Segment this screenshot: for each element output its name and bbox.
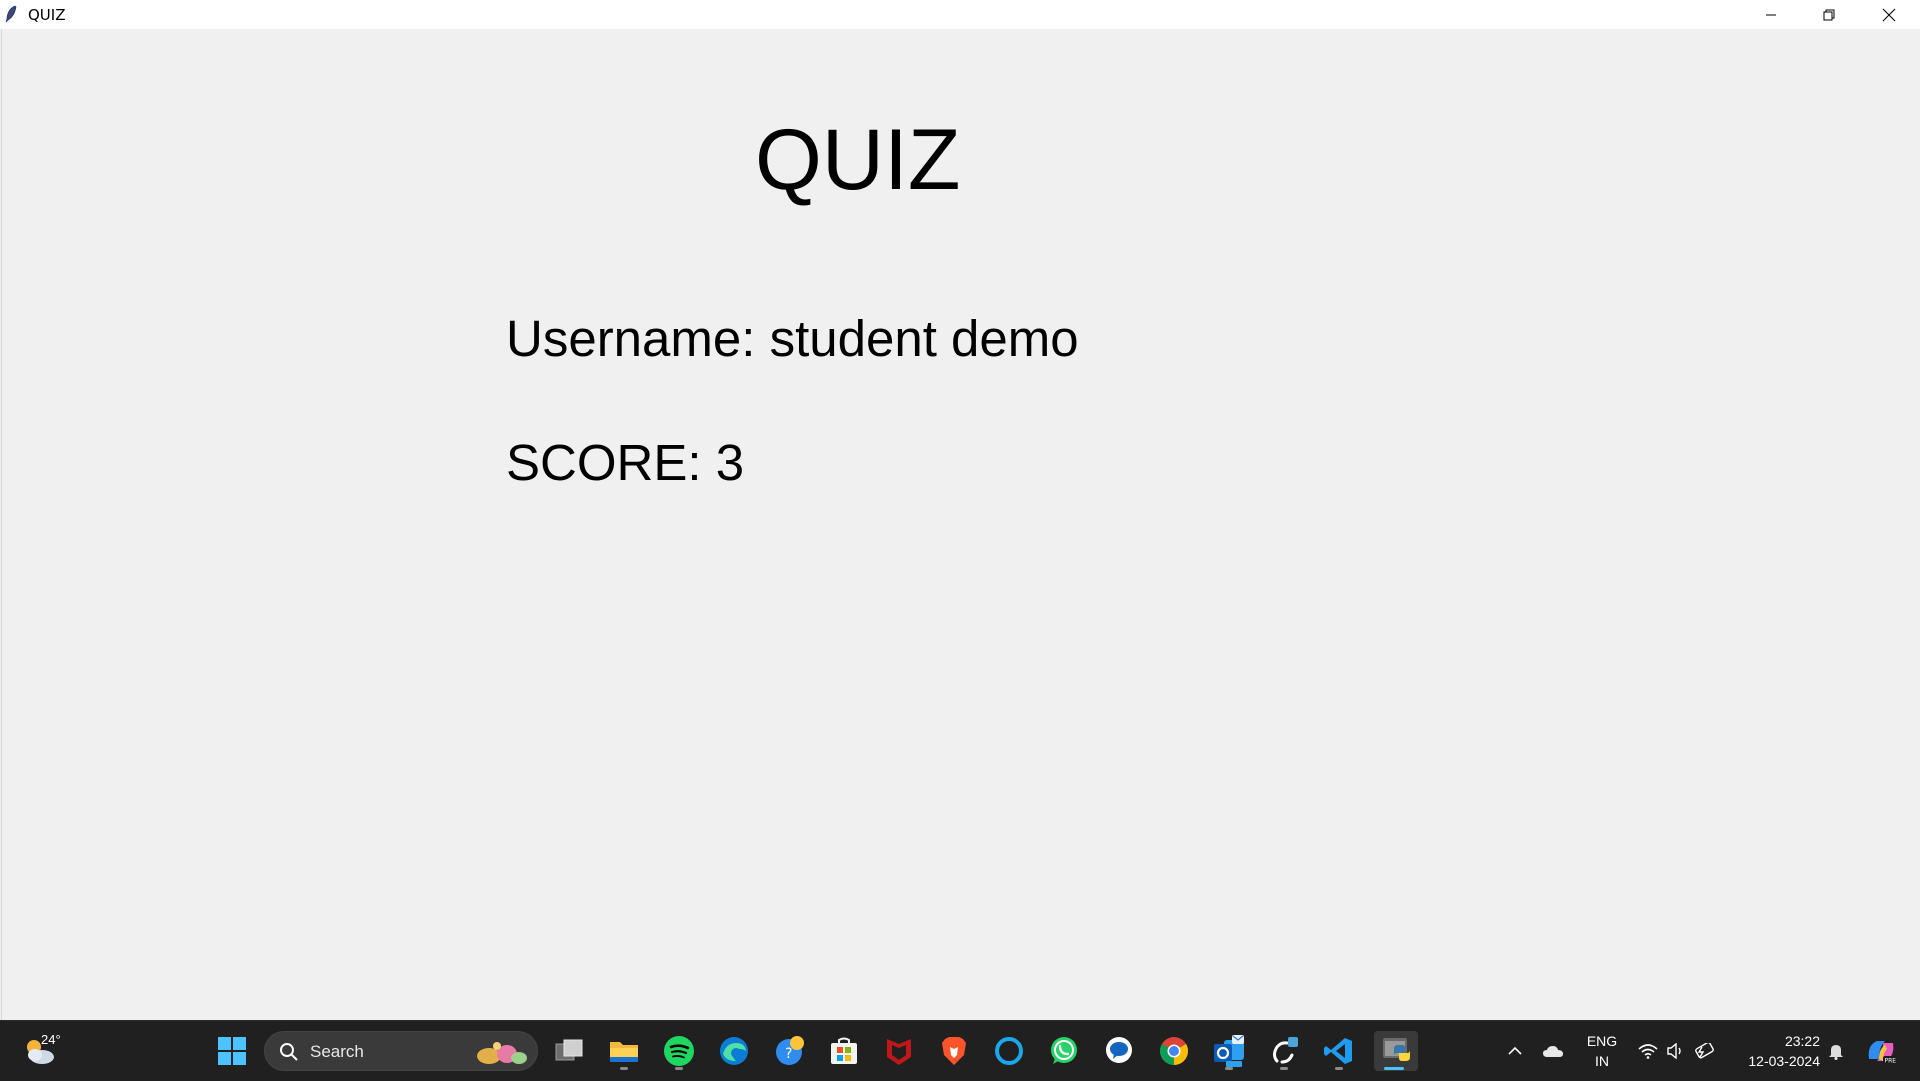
phone-link-button[interactable] <box>1264 1031 1304 1071</box>
windows-logo-icon <box>218 1037 246 1065</box>
copilot-button[interactable]: PRE <box>1862 1021 1900 1081</box>
score-label: SCORE: 3 <box>506 434 745 491</box>
microsoft-store-button[interactable] <box>824 1031 864 1071</box>
minimize-icon <box>1766 14 1776 15</box>
bell-icon <box>1829 1045 1843 1060</box>
search-highlight-illustration-icon <box>477 1042 527 1064</box>
whatsapp-icon <box>1051 1037 1077 1064</box>
chrome-button[interactable] <box>1154 1031 1194 1071</box>
running-indicator <box>1225 1067 1233 1070</box>
clock[interactable]: 23:22 12-03-2024 <box>1730 1031 1820 1071</box>
chrome-icon <box>1160 1037 1188 1065</box>
vscode-icon <box>1324 1038 1352 1064</box>
svg-text:PRE: PRE <box>1885 1058 1897 1065</box>
quiz-heading: QUIZ <box>755 112 961 208</box>
window-title: QUIZ <box>28 6 66 24</box>
help-app-icon: ? <box>776 1036 804 1065</box>
quiz-content-area: QUIZ Username: student demo SCORE: 3 <box>1 29 1920 1020</box>
taskbar-search[interactable]: Search <box>264 1031 538 1071</box>
volume-button[interactable] <box>1662 1021 1688 1081</box>
active-indicator <box>1384 1067 1404 1070</box>
folder-icon <box>610 1042 638 1062</box>
get-help-button[interactable]: ? <box>770 1031 810 1071</box>
task-view-icon <box>555 1039 583 1061</box>
username-label: Username: student demo <box>506 310 1079 367</box>
wifi-icon <box>1638 1044 1658 1059</box>
vscode-button[interactable] <box>1319 1031 1359 1071</box>
taskbar: 24° Search ? ENG IN 23:22 12-03-2024 PRE <box>0 1020 1920 1081</box>
edge-icon <box>720 1037 748 1065</box>
battery-charging-icon <box>1695 1043 1714 1059</box>
clock-date: 12-03-2024 <box>1748 1053 1820 1069</box>
running-indicator <box>620 1067 628 1070</box>
wifi-button[interactable] <box>1634 1021 1662 1081</box>
svg-text:?: ? <box>785 1046 792 1062</box>
python-app-button[interactable] <box>1374 1031 1418 1071</box>
copilot-icon: PRE <box>1868 1041 1897 1065</box>
spotify-icon <box>664 1036 694 1066</box>
store-icon <box>831 1037 857 1064</box>
whatsapp-button[interactable] <box>1044 1031 1084 1071</box>
chevron-up-icon <box>1508 1046 1522 1055</box>
spotify-button[interactable] <box>659 1031 699 1071</box>
task-view-button[interactable] <box>549 1031 589 1071</box>
file-explorer-button[interactable] <box>604 1031 644 1071</box>
feather-icon <box>5 5 17 23</box>
battery-button[interactable] <box>1690 1021 1718 1081</box>
python-icon <box>1383 1038 1410 1061</box>
close-icon <box>1882 8 1896 21</box>
weather-temperature: 24° <box>41 1032 61 1047</box>
start-button[interactable] <box>212 1031 252 1071</box>
language-indicator[interactable]: ENG IN <box>1580 1031 1624 1071</box>
mcafee-button[interactable] <box>879 1031 919 1071</box>
language-code: ENG <box>1586 1033 1618 1049</box>
close-button[interactable] <box>1858 0 1920 29</box>
search-icon <box>280 1043 298 1061</box>
restore-icon <box>1823 9 1835 20</box>
phone-link-icon <box>1273 1037 1298 1064</box>
brave-button[interactable] <box>934 1031 974 1071</box>
outlook-icon <box>1214 1035 1244 1067</box>
outlook-button[interactable] <box>1209 1031 1249 1071</box>
speaker-icon <box>1667 1043 1681 1059</box>
restore-button[interactable] <box>1800 0 1858 29</box>
cortana-button[interactable] <box>989 1031 1029 1071</box>
brave-icon <box>942 1037 966 1065</box>
running-indicator <box>1335 1067 1343 1070</box>
notifications-button[interactable] <box>1822 1021 1850 1081</box>
running-indicator <box>1280 1067 1288 1070</box>
onedrive-button[interactable] <box>1538 1021 1568 1081</box>
edge-button[interactable] <box>714 1031 754 1071</box>
messenger-button[interactable] <box>1099 1031 1139 1071</box>
mcafee-icon <box>887 1039 911 1065</box>
quiz-window: QUIZ QUIZ Username: student demo SCORE: … <box>0 0 1920 1020</box>
clock-time: 23:22 <box>1784 1033 1820 1049</box>
region-code: IN <box>1595 1053 1609 1069</box>
title-bar[interactable]: QUIZ <box>0 0 1920 29</box>
cortana-icon <box>995 1037 1023 1065</box>
show-hidden-icons-button[interactable] <box>1500 1021 1530 1081</box>
cloud-icon <box>1543 1046 1563 1057</box>
search-label: Search <box>310 1042 364 1061</box>
minimize-button[interactable] <box>1742 0 1800 29</box>
messenger-icon <box>1106 1037 1132 1063</box>
running-indicator <box>675 1067 683 1070</box>
